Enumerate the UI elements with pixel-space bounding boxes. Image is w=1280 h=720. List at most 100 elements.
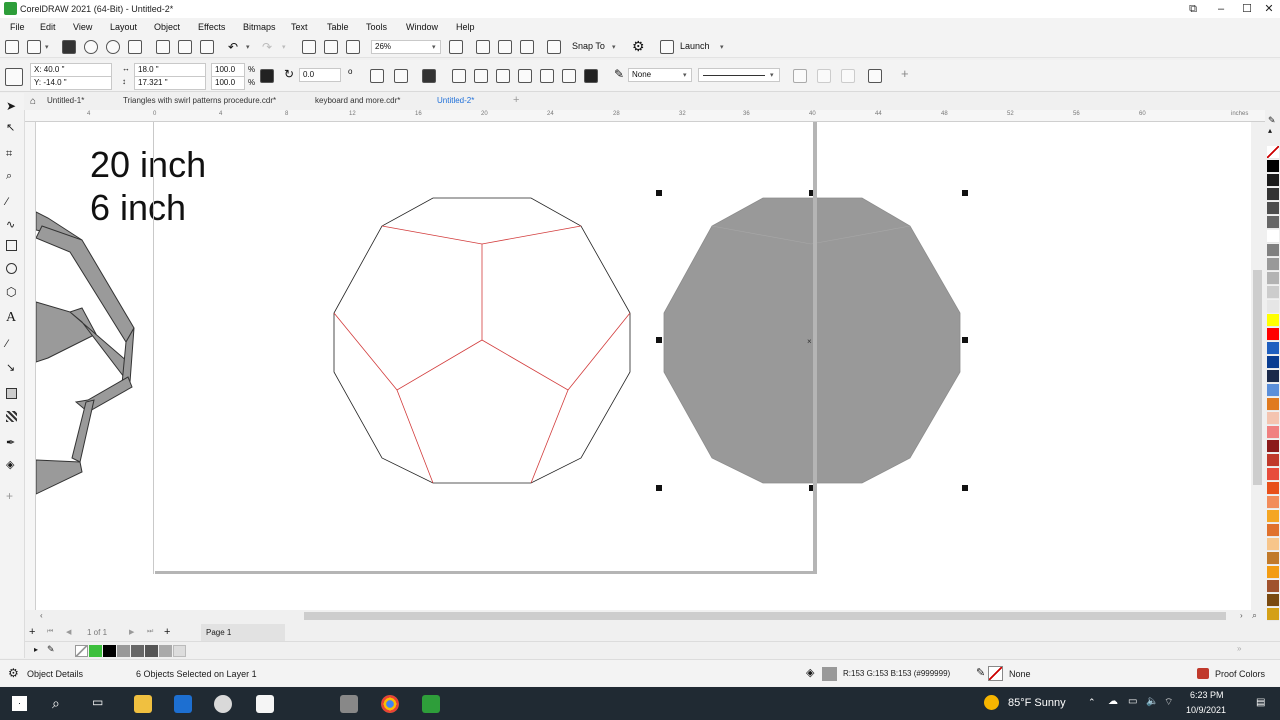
scale-width-field[interactable]: 100.0	[211, 63, 245, 77]
doc-swatch[interactable]	[173, 645, 186, 657]
color-swatch[interactable]	[1267, 230, 1279, 243]
outline-width-dropdown-icon[interactable]: ▾	[683, 71, 687, 79]
canvas-text-6-inch[interactable]: 6 inch	[90, 187, 186, 229]
menu-text[interactable]: Text	[291, 22, 308, 32]
color-swatch[interactable]	[1267, 370, 1279, 383]
app-cloud-icon[interactable]	[214, 695, 232, 713]
cloud-icon[interactable]	[84, 40, 98, 54]
palette-scroll-icon[interactable]: »	[1237, 644, 1241, 653]
color-swatch[interactable]	[1267, 524, 1279, 537]
connector-tool-icon[interactable]: ↘	[6, 361, 19, 374]
add-page-after-icon[interactable]: +	[164, 626, 170, 638]
ellipse-tool-icon[interactable]	[6, 263, 17, 274]
redo-icon[interactable]: ↷	[262, 40, 272, 54]
horizontal-ruler[interactable]: 4 0 4 8 12 16 20 24 28 32 36 40 44 48 52…	[25, 110, 1265, 122]
polygon-tool-icon[interactable]: ⬡	[6, 285, 19, 299]
clock-time[interactable]: 6:23 PM	[1190, 690, 1224, 700]
color-swatch[interactable]	[1267, 188, 1279, 201]
color-swatch[interactable]	[1267, 566, 1279, 579]
canvas-text-20-inch[interactable]: 20 inch	[90, 144, 206, 186]
menu-view[interactable]: View	[73, 22, 92, 32]
undo-dropdown-icon[interactable]: ▾	[246, 43, 250, 51]
save-icon[interactable]	[62, 40, 76, 54]
copy-icon[interactable]	[178, 40, 192, 54]
export-icon[interactable]	[324, 40, 338, 54]
add-page-before-icon[interactable]: +	[29, 626, 35, 638]
vertical-scrollbar[interactable]	[1251, 122, 1265, 610]
fill-color-swatch[interactable]	[822, 667, 837, 681]
rulers-icon[interactable]	[476, 40, 490, 54]
launch-dropdown-icon[interactable]: ▾	[720, 43, 724, 51]
previous-page-icon[interactable]: ◀	[66, 628, 71, 636]
import-icon[interactable]	[156, 40, 170, 54]
minimize-button[interactable]: –	[1208, 0, 1234, 18]
scroll-left-icon[interactable]: ‹	[40, 611, 43, 620]
doc-tab-untitled-2[interactable]: Untitled-2*	[437, 96, 474, 105]
back-minus-front-icon[interactable]	[562, 69, 576, 83]
last-page-icon[interactable]: ⏭	[147, 628, 153, 636]
color-swatch[interactable]	[1267, 468, 1279, 481]
new-tab-icon[interactable]: +	[513, 94, 519, 106]
drop-shadow-icon[interactable]	[6, 388, 17, 399]
coreldraw-taskbar-icon[interactable]	[422, 695, 440, 713]
paste-icon[interactable]	[200, 40, 214, 54]
no-color-swatch[interactable]	[1267, 146, 1279, 159]
page-tab[interactable]: Page 1	[201, 624, 285, 641]
freehand-tool-icon[interactable]: ∕	[6, 196, 19, 209]
x-position-field[interactable]: X: 40.0 "	[30, 63, 112, 77]
pdf-icon[interactable]	[346, 40, 360, 54]
doc-swatch-none[interactable]	[75, 645, 88, 657]
eyedropper-icon[interactable]: ✒	[6, 436, 19, 449]
color-swatch[interactable]	[1267, 174, 1279, 187]
color-swatch[interactable]	[1267, 440, 1279, 453]
color-swatch[interactable]	[1267, 482, 1279, 495]
color-swatch[interactable]	[1267, 552, 1279, 565]
quick-customize-icon[interactable]	[841, 69, 855, 83]
color-swatch[interactable]	[1267, 510, 1279, 523]
color-swatch[interactable]	[1267, 272, 1279, 285]
crop-tool-icon[interactable]: ⌗	[6, 148, 19, 161]
color-swatch[interactable]	[1267, 314, 1279, 327]
y-position-field[interactable]: Y: -14.0 "	[30, 76, 112, 90]
menu-bitmaps[interactable]: Bitmaps	[243, 22, 276, 32]
menu-tools[interactable]: Tools	[366, 22, 387, 32]
scroll-right-icon[interactable]: ›	[1240, 611, 1243, 620]
mirror-horizontal-icon[interactable]	[370, 69, 384, 83]
palette-eyedropper-icon[interactable]: ✎	[47, 644, 55, 655]
zoom-level-field[interactable]: 26%	[371, 40, 441, 54]
weather-status[interactable]: 85°F Sunny	[1008, 697, 1066, 709]
outline-dodecahedron[interactable]	[333, 197, 631, 484]
tray-monitor-icon[interactable]: ▭	[1128, 696, 1137, 707]
color-swatch[interactable]	[1267, 258, 1279, 271]
clock-date[interactable]: 10/9/2021	[1186, 705, 1226, 715]
app-camera-icon[interactable]	[340, 695, 358, 713]
horizontal-scrollbar[interactable]: ‹ › ⌕	[36, 610, 1265, 623]
doc-swatch[interactable]	[145, 645, 158, 657]
color-swatch[interactable]	[1267, 412, 1279, 425]
wireframe-dodecahedron[interactable]	[36, 211, 135, 495]
restore-icon[interactable]: ⧉	[1180, 0, 1206, 18]
trim-icon[interactable]	[474, 69, 488, 83]
menu-edit[interactable]: Edit	[40, 22, 56, 32]
doc-swatch[interactable]	[131, 645, 144, 657]
menu-effects[interactable]: Effects	[198, 22, 225, 32]
doc-swatch[interactable]	[103, 645, 116, 657]
height-field[interactable]: 17.321 "	[134, 76, 206, 90]
doc-tab-keyboard[interactable]: keyboard and more.cdr*	[315, 96, 400, 105]
object-origin-icon[interactable]	[5, 68, 23, 86]
wifi-icon[interactable]: ⌔	[1164, 696, 1173, 709]
menu-help[interactable]: Help	[456, 22, 475, 32]
add-property-icon[interactable]: +	[901, 66, 909, 81]
transparency-tool-icon[interactable]	[6, 411, 17, 422]
menu-window[interactable]: Window	[406, 22, 438, 32]
palette-expand-icon[interactable]: ▸	[34, 645, 38, 654]
undo-icon[interactable]: ↶	[228, 40, 238, 54]
launch-icon[interactable]	[660, 40, 674, 54]
menu-object[interactable]: Object	[154, 22, 180, 32]
drawing-canvas[interactable]: × 20 inch 6 inch	[36, 122, 1251, 610]
color-swatch[interactable]	[1267, 398, 1279, 411]
simplify-icon[interactable]	[518, 69, 532, 83]
rectangle-tool-icon[interactable]	[6, 240, 17, 251]
next-page-icon[interactable]: ▶	[129, 628, 134, 636]
pick-tool-icon[interactable]: ➤	[6, 99, 19, 113]
